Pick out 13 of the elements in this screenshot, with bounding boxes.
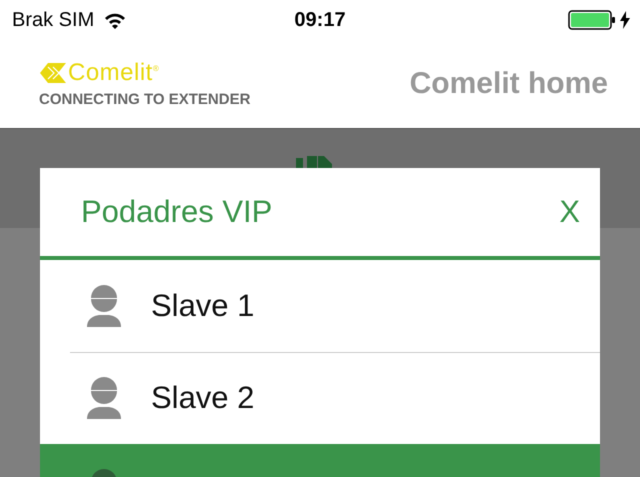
charging-icon — [620, 11, 630, 29]
wifi-icon — [104, 12, 126, 28]
app-title: Comelit home — [410, 67, 608, 101]
dialog-title: Podadres VIP — [81, 194, 272, 230]
clock-time: 09:17 — [294, 8, 346, 32]
close-button[interactable]: X — [559, 194, 580, 230]
item-label: Slave 1 — [151, 288, 254, 324]
brand-logo: Comelit$^{®}$ — [68, 60, 160, 84]
chevron-logo-icon — [39, 62, 66, 82]
connection-status: CONNECTING TO EXTENDER — [39, 90, 250, 108]
carrier-label: Brak SIM — [12, 8, 94, 32]
item-label: Slave 2 — [151, 380, 254, 416]
battery-icon — [568, 10, 616, 30]
